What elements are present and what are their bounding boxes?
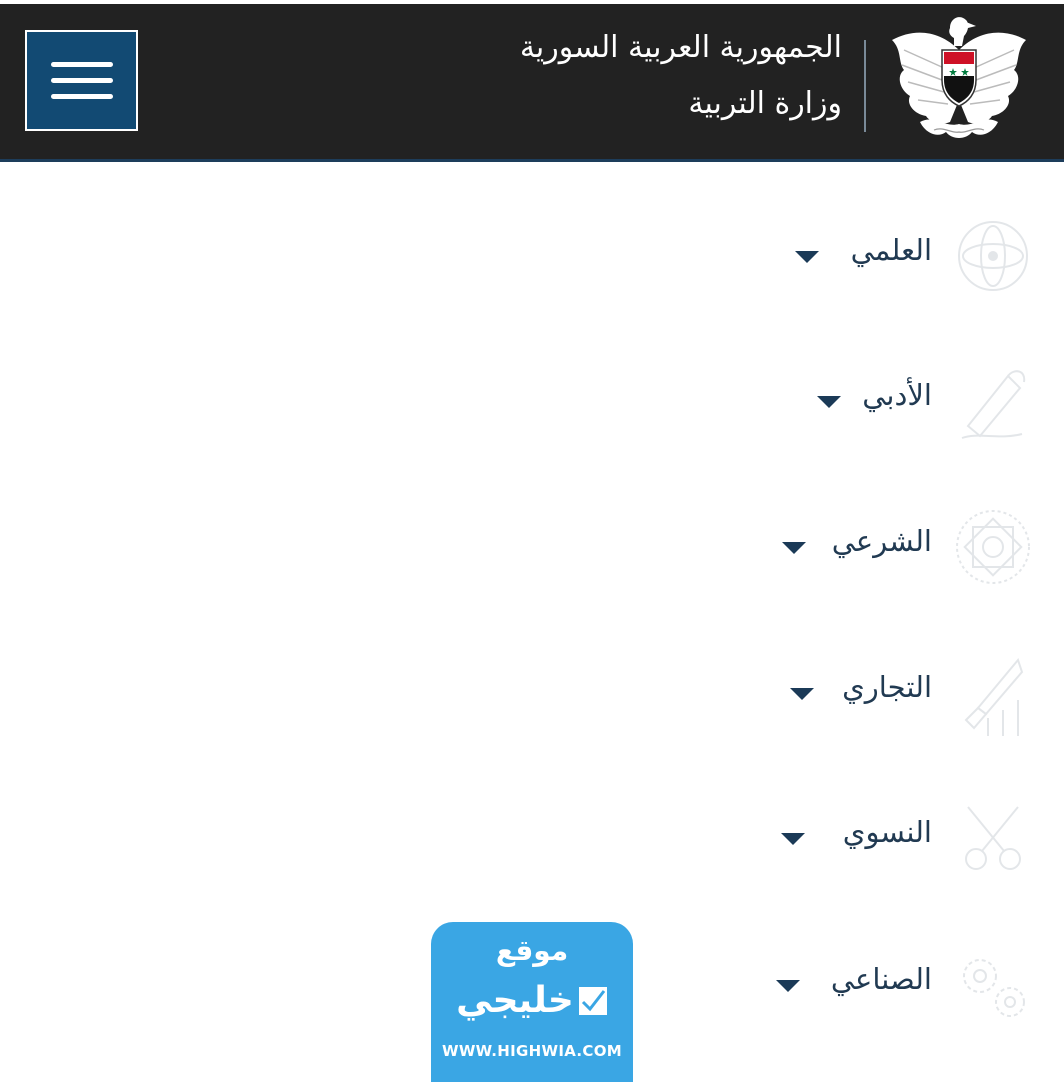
branch-item-scientific[interactable]: العلمي	[0, 211, 1064, 301]
branch-label: العلمي	[850, 233, 932, 267]
top-header: الجمهورية العربية السورية وزارة التربية	[0, 0, 1064, 162]
republic-title: الجمهورية العربية السورية	[519, 30, 842, 65]
chevron-down-icon	[790, 688, 814, 700]
religious-pattern-icon	[956, 510, 1030, 584]
chevron-down-icon	[817, 396, 841, 408]
branch-label: الشرعي	[831, 524, 932, 558]
sewing-icon	[965, 806, 1021, 870]
chevron-down-icon	[776, 980, 800, 992]
header-divider	[864, 40, 866, 132]
hamburger-icon-bar	[50, 94, 113, 99]
chevron-down-icon	[782, 542, 806, 554]
science-icon	[958, 221, 1028, 291]
branch-label: الأدبي	[862, 378, 932, 412]
branch-label: النسوي	[842, 815, 932, 849]
hamburger-icon-bar	[50, 78, 113, 83]
ministry-titles: الجمهورية العربية السورية وزارة التربية	[520, 26, 842, 126]
chevron-down-icon	[781, 833, 805, 845]
gears-icon	[963, 959, 1025, 1017]
chevron-down-icon	[795, 251, 819, 263]
branch-item-religious[interactable]: الشرعي	[0, 502, 1064, 592]
watermark-url: WWW.HIGHWIA.COM	[441, 1042, 622, 1060]
ministry-title: وزارة التربية	[688, 86, 842, 121]
watermark-line1: موقع	[495, 934, 569, 967]
branch-label: التجاري	[842, 670, 932, 704]
syrian-eagle-emblem	[892, 17, 1026, 138]
branch-item-literary[interactable]: الأدبي	[0, 356, 1064, 446]
menu-button[interactable]	[25, 30, 138, 131]
site-watermark: موقع خليجي WWW.HIGHWIA.COM	[431, 922, 633, 1082]
commerce-rocket-icon	[964, 657, 1024, 736]
hamburger-icon	[50, 62, 113, 67]
literature-icon	[961, 370, 1026, 439]
branch-item-women[interactable]: النسوي	[0, 793, 1064, 883]
branch-item-commercial[interactable]: التجاري	[0, 648, 1064, 738]
watermark-line2: خليجي	[456, 980, 574, 1021]
branch-label: الصناعي	[830, 962, 932, 996]
watermark-brand: خليجي	[431, 980, 633, 1021]
checkmark-logo-icon	[578, 986, 607, 1015]
